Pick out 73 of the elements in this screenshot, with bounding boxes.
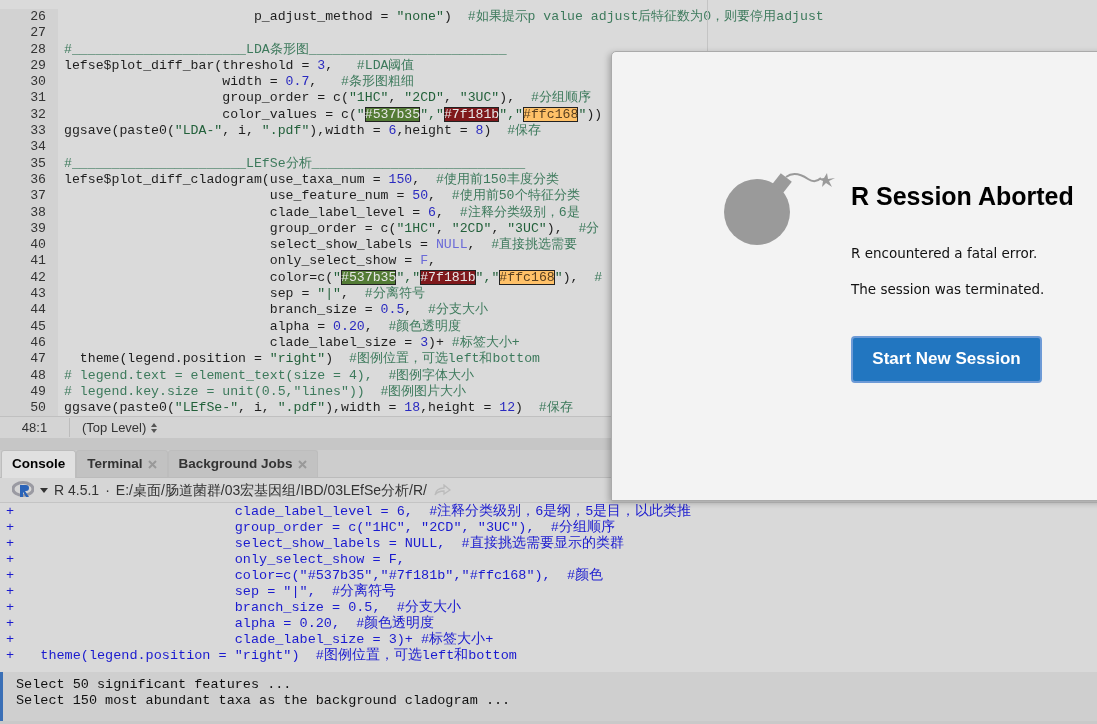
- console-text: theme(legend.position = "right") #图例位置，可选left和bottom: [39, 648, 517, 664]
- line-number: 26: [0, 9, 58, 26]
- start-session-button[interactable]: Start New Session: [851, 335, 1042, 383]
- code-line: only_select_show = F,: [268, 253, 436, 270]
- console-text: branch_size = 0.5, #分支大小: [233, 600, 461, 615]
- console-prompt: +: [6, 520, 16, 536]
- code-line: #______________________LEfSe分析___________________________: [63, 155, 526, 172]
- caret-icon[interactable]: [40, 487, 48, 493]
- console-tab[interactable]: Console: [1, 450, 77, 478]
- code-line: branch_size = 0.5, #分支大小: [268, 302, 488, 319]
- code-line: ggsave(paste0("LDA-", i, ".pdf"),width = 6,height = 8) #保存: [63, 123, 542, 140]
- line-number: 41: [0, 253, 58, 270]
- code-line: width = 0.7, #条形图粗细: [221, 74, 414, 91]
- console-text: color=c("#537b35","#7f181b","#ffc168"), #颜色: [233, 568, 603, 583]
- line-number: 37: [0, 188, 58, 205]
- close-icon[interactable]: [147, 459, 157, 469]
- code-line: use_feature_num = 50, #使用前50个特征分类: [268, 188, 580, 205]
- code-line: lefse$plot_diff_cladogram(use_taxa_num = 150, #使用前150丰度分类: [63, 171, 559, 188]
- console-prompt: +: [6, 600, 16, 616]
- line-number: 34: [0, 139, 58, 156]
- console-output: Select 150 most abundant taxa as the background cladogram ...: [16, 693, 512, 709]
- cursor-position: 48:1: [0, 417, 70, 438]
- console-text: only_select_show = F,: [233, 552, 405, 568]
- line-number: 43: [0, 286, 58, 303]
- line-number: 47: [0, 351, 58, 368]
- working-directory: E:/桌面/肠道菌群/03宏基因组/IBD/03LEfSe分析/R/: [115, 480, 427, 500]
- line-number: 44: [0, 302, 58, 319]
- line-number: 31: [0, 90, 58, 107]
- console-prompt: +: [6, 616, 16, 632]
- code-line: # legend.key.size = unit(0.5,"lines")) #图例图片大小: [63, 383, 467, 401]
- line-number: 40: [0, 237, 58, 254]
- console-text: sep = "|", #分离符号: [233, 584, 397, 600]
- code-line: group_order = c("1HC", "2CD", "3UC"), #分组顺序: [221, 90, 591, 107]
- go-to-directory-icon[interactable]: [433, 484, 451, 496]
- r-version: R 4.5.1: [54, 480, 100, 500]
- scope-selector[interactable]: (Top Level): [78, 417, 163, 438]
- console-text: select_show_labels = NULL, #直接挑选需要显示的类群: [233, 536, 624, 552]
- line-number: 33: [0, 123, 58, 140]
- console-tab[interactable]: Terminal: [76, 450, 168, 477]
- code-line: group_order = c("1HC", "2CD", "3UC"), #分: [268, 220, 600, 237]
- updown-caret-icon: [150, 421, 159, 434]
- separator-dot: ·: [105, 480, 110, 500]
- console-prompt: +: [6, 648, 16, 664]
- console-prompt: +: [6, 568, 16, 584]
- line-number: 27: [0, 25, 58, 42]
- console-text: alpha = 0.20, #颜色透明度: [233, 616, 435, 631]
- code-line: # legend.text = element_text(size = 4), #图例字体大小: [63, 367, 475, 384]
- console-prompt: +: [6, 632, 16, 648]
- code-line: lefse$plot_diff_bar(threshold = 3, #LDA阈值: [63, 57, 415, 74]
- console-output: Select 50 significant features ...: [16, 677, 293, 693]
- dialog-title: R Session Aborted: [851, 181, 1074, 211]
- line-number: 30: [0, 74, 58, 91]
- code-line: alpha = 0.20, #颜色透明度: [268, 318, 462, 335]
- dialog-message: R encountered a fatal error.: [851, 244, 1039, 263]
- console-prompt: +: [6, 504, 16, 520]
- r-logo-icon[interactable]: [12, 481, 34, 499]
- code-line: clade_label_level = 6, #注释分类级别，6是: [268, 204, 580, 221]
- code-line: #______________________LDA条形图_________________________: [63, 41, 507, 58]
- code-line: sep = "|", #分离符号: [268, 286, 425, 303]
- close-icon[interactable]: [297, 459, 307, 469]
- console-prompt: +: [6, 584, 16, 600]
- line-number: 50: [0, 400, 58, 416]
- code-line: theme(legend.position = "right") #图例位置，可选left和bottom: [78, 351, 540, 368]
- console-prompt: +: [6, 552, 16, 568]
- console-prompt: +: [6, 536, 16, 552]
- console-text: group_order = c("1HC", "2CD", "3UC"), #分组顺序: [233, 520, 615, 535]
- console-text: clade_label_size = 3)+ #标签大小+: [233, 632, 494, 647]
- code-line: clade_label_size = 3)+ #标签大小+: [268, 334, 520, 351]
- code-line: ggsave(paste0("LEfSe-", i, ".pdf"),width = 18,height = 12) #保存: [63, 400, 573, 416]
- dialog-message: The session was terminated.: [851, 280, 1046, 300]
- code-line: select_show_labels = NULL, #直接挑选需要: [268, 237, 578, 254]
- console-tab[interactable]: Background Jobs: [167, 450, 318, 477]
- console-text: clade_label_level = 6, #注释分类级别，6是纲，5是目，以此类推: [233, 504, 692, 519]
